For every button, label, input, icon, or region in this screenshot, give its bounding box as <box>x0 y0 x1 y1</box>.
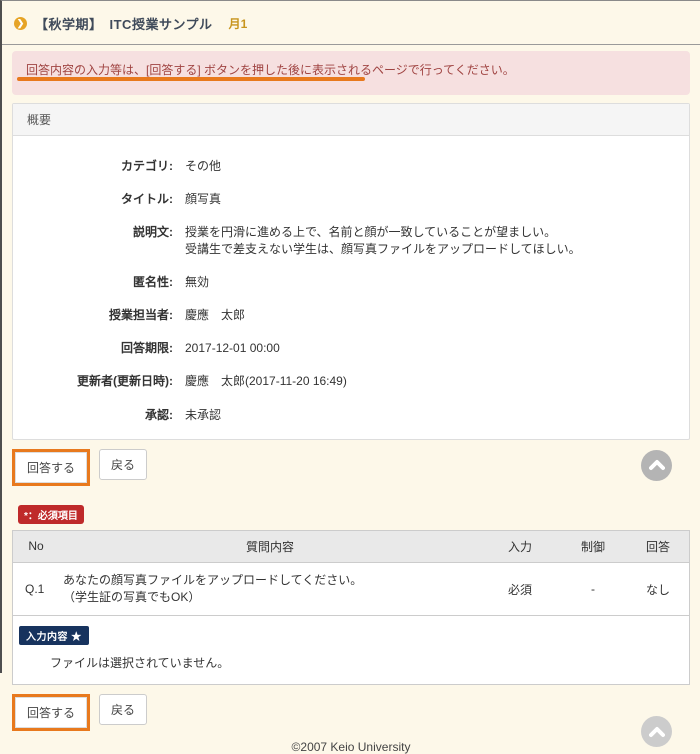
column-header-answer: 回答 <box>627 531 689 563</box>
field-title: タイトル: 顔写真 <box>13 191 689 207</box>
annotation-underline <box>17 77 365 81</box>
input-content-badge: 入力内容 ★ <box>19 626 89 645</box>
field-value: その他 <box>185 158 221 174</box>
annotation-highlight-box: 回答する <box>12 449 90 486</box>
field-approval: 承認: 未承認 <box>13 407 689 423</box>
actions-bottom: 回答する 戻る <box>12 694 690 730</box>
field-label: 匿名性: <box>13 274 173 290</box>
field-updater: 更新者(更新日時): 慶應 太郎(2017-11-20 16:49) <box>13 373 689 389</box>
field-label: 回答期限: <box>13 340 173 356</box>
field-anonymity: 匿名性: 無効 <box>13 274 689 290</box>
actions-top: 回答する 戻る <box>12 449 690 485</box>
field-label: カテゴリ: <box>13 158 173 174</box>
field-value: 慶應 太郎(2017-11-20 16:49) <box>185 373 347 389</box>
input-content-section: 入力内容 ★ ファイルは選択されていません。 <box>13 616 689 684</box>
question-input-required: 必須 <box>481 562 559 616</box>
required-items-badge: *：必須項目 <box>18 505 84 524</box>
copyright-footer: ©2007 Keio University <box>2 740 700 754</box>
course-period-badge: 月1 <box>229 15 248 32</box>
header-divider <box>2 44 700 45</box>
field-deadline: 回答期限: 2017-12-01 00:00 <box>13 340 689 356</box>
questions-panel: No 質問内容 入力 制御 回答 Q.1 あなたの顔写真ファイルをアップロードし… <box>12 530 690 686</box>
question-control: - <box>559 562 627 616</box>
overview-panel-title: 概要 <box>13 104 689 136</box>
field-instructor: 授業担当者: 慶應 太郎 <box>13 307 689 323</box>
field-label: 説明文: <box>13 224 173 256</box>
back-button[interactable]: 戻る <box>99 694 147 725</box>
column-header-control: 制御 <box>559 531 627 563</box>
back-button[interactable]: 戻る <box>99 449 147 480</box>
field-label: タイトル: <box>13 191 173 207</box>
field-description: 説明文: 授業を円滑に進める上で、名前と顔が一致していることが望ましい。 受講生… <box>13 224 689 256</box>
notice-banner: 回答内容の入力等は、[回答する] ボタンを押した後に表示されるページで行ってくだ… <box>12 51 690 95</box>
scroll-to-top-button[interactable] <box>641 450 672 481</box>
field-value: 無効 <box>185 274 209 290</box>
column-header-input: 入力 <box>481 531 559 563</box>
page-header: ❯ 【秋学期】 ITC授業サンプル 月1 <box>2 1 700 44</box>
column-header-no: No <box>13 531 59 563</box>
chevron-right-circle-icon: ❯ <box>14 17 27 30</box>
field-value: 顔写真 <box>185 191 221 207</box>
field-value: 2017-12-01 00:00 <box>185 340 280 356</box>
field-label: 更新者(更新日時): <box>13 373 173 389</box>
question-answer-status: なし <box>627 562 689 616</box>
field-value: 授業を円滑に進める上で、名前と顔が一致していることが望ましい。 受講生で差支えな… <box>185 224 581 256</box>
overview-panel: 概要 カテゴリ: その他 タイトル: 顔写真 説明文: 授業を円滑に進める上で、… <box>12 103 690 440</box>
field-value: 慶應 太郎 <box>185 307 245 323</box>
question-content: あなたの顔写真ファイルをアップロードしてください。 （学生証の写真でもOK） <box>59 562 481 616</box>
field-label: 承認: <box>13 407 173 423</box>
table-header-row: No 質問内容 入力 制御 回答 <box>13 531 689 563</box>
question-number: Q.1 <box>13 562 59 616</box>
field-value: 未承認 <box>185 407 221 423</box>
notice-text: 回答内容の入力等は、[回答する] ボタンを押した後に表示されるページで行ってくだ… <box>26 63 515 77</box>
answer-button[interactable]: 回答する <box>15 452 87 483</box>
chevron-up-icon <box>649 726 665 738</box>
file-selection-status: ファイルは選択されていません。 <box>50 654 689 671</box>
field-label: 授業担当者: <box>13 307 173 323</box>
table-row: Q.1 あなたの顔写真ファイルをアップロードしてください。 （学生証の写真でもO… <box>13 562 689 616</box>
questions-table: No 質問内容 入力 制御 回答 Q.1 あなたの顔写真ファイルをアップロードし… <box>13 531 689 617</box>
column-header-content: 質問内容 <box>59 531 481 563</box>
chevron-up-icon <box>649 459 665 471</box>
annotation-highlight-box: 回答する <box>12 694 90 731</box>
overview-panel-body: カテゴリ: その他 タイトル: 顔写真 説明文: 授業を円滑に進める上で、名前と… <box>13 136 689 439</box>
answer-button[interactable]: 回答する <box>15 697 87 728</box>
page-title: 【秋学期】 ITC授業サンプル <box>35 14 213 33</box>
field-category: カテゴリ: その他 <box>13 158 689 174</box>
